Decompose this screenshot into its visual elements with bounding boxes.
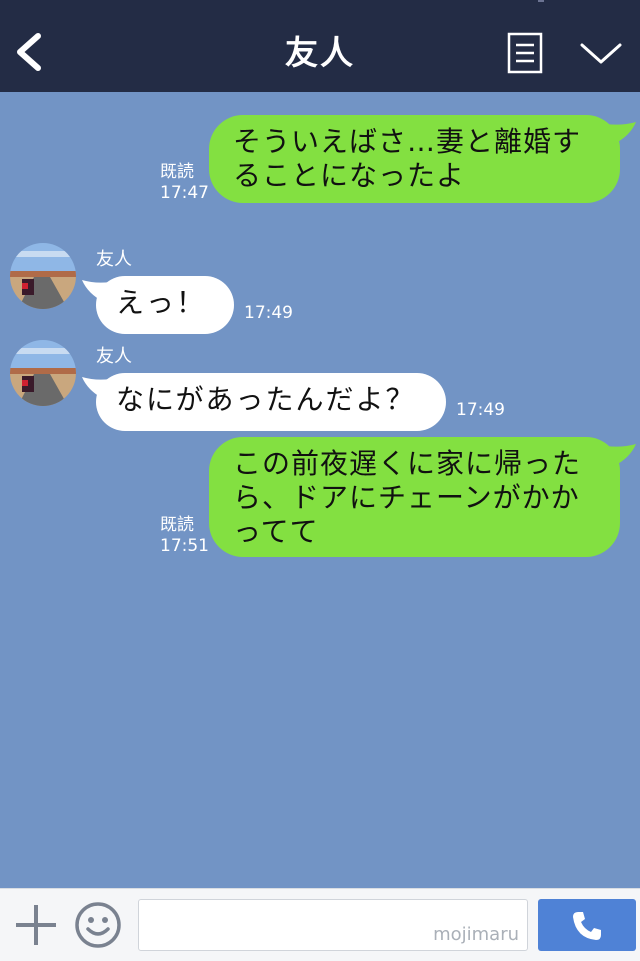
chat-header: 友人 xyxy=(0,0,640,92)
smile-icon[interactable] xyxy=(74,901,122,949)
message-input[interactable]: mojimaru xyxy=(138,899,528,951)
message-time: 17:51 xyxy=(160,536,209,556)
my-message-bubble[interactable]: そういえばさ…妻と離婚す ることになったよ xyxy=(209,115,620,203)
message-time: 17:47 xyxy=(160,183,209,203)
friend-message-bubble[interactable]: なにがあったんだよ？ xyxy=(96,373,446,431)
message-composer: mojimaru xyxy=(0,888,640,961)
bubble-tail xyxy=(606,122,636,144)
read-label: 既読 xyxy=(160,515,194,535)
call-button[interactable] xyxy=(538,899,636,951)
chevron-down-icon[interactable] xyxy=(578,36,624,70)
my-message-bubble[interactable]: この前夜遅くに家に帰った ら、ドアにチェーンがかか ってて xyxy=(209,437,620,557)
message-line: この前夜遅くに家に帰った xyxy=(233,447,582,480)
message-time: 17:49 xyxy=(244,303,293,323)
notes-icon[interactable] xyxy=(506,32,544,74)
friend-message-bubble[interactable]: えっ！ xyxy=(96,276,234,334)
message-time: 17:49 xyxy=(456,400,505,420)
chat-title: 友人 xyxy=(285,33,355,72)
phone-icon xyxy=(573,912,601,940)
plus-icon[interactable] xyxy=(14,903,58,947)
message-text: なにがあったんだよ？ xyxy=(116,383,416,416)
status-bar-edge xyxy=(538,0,544,2)
friend-avatar[interactable] xyxy=(10,243,76,309)
friend-avatar[interactable] xyxy=(10,340,76,406)
sender-name: 友人 xyxy=(96,346,132,367)
message-line: ることになったよ xyxy=(233,159,466,192)
read-receipt: 既読 17:47 xyxy=(160,162,209,204)
watermark-text: mojimaru xyxy=(433,924,519,945)
bubble-tail xyxy=(606,444,636,466)
sender-name: 友人 xyxy=(96,249,132,270)
message-line: そういえばさ…妻と離婚す xyxy=(233,125,582,158)
read-receipt: 既読 17:51 xyxy=(160,515,209,557)
read-label: 既読 xyxy=(160,162,194,182)
message-text: えっ！ xyxy=(116,286,207,319)
message-line: ってて xyxy=(233,515,319,548)
message-line: ら、ドアにチェーンがかか xyxy=(233,481,580,514)
